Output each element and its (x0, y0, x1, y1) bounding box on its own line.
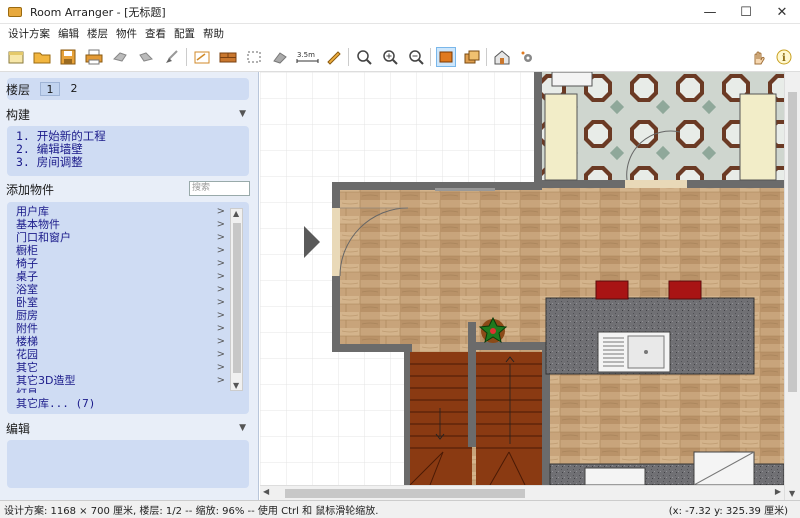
floor-plan-drawing[interactable] (260, 72, 784, 485)
build-header[interactable]: 构建 ▼ (6, 104, 250, 124)
hand-icon[interactable] (748, 47, 768, 67)
edit-header[interactable]: 编辑 ▼ (6, 418, 250, 438)
floor-tab-1[interactable]: 1 (40, 82, 61, 96)
menu-view[interactable]: 查看 (141, 26, 170, 41)
svg-text:i: i (782, 53, 786, 64)
open-folder-icon[interactable] (32, 47, 52, 67)
sidebar: 楼层 1 2 构建 ▼ 1. 开始新的工程 2. 编辑墙壁 3. 房间调整 添加… (0, 72, 259, 500)
list-item[interactable]: 橱柜 > (7, 244, 249, 257)
list-item[interactable]: 浴室 > (7, 283, 249, 296)
zoom-out-icon[interactable] (406, 47, 426, 67)
dimension-icon[interactable] (192, 47, 212, 67)
view-2d-icon[interactable] (436, 47, 456, 67)
scroll-right-icon[interactable]: ▶ (775, 487, 781, 496)
save-icon[interactable] (58, 47, 78, 67)
minimize-button[interactable]: — (692, 0, 728, 24)
library-scrollbar[interactable]: ▲ ▼ (230, 208, 243, 391)
build-label: 构建 (6, 107, 31, 122)
collapse-triangle-icon[interactable]: ▼ (239, 109, 246, 119)
add-objects-label: 添加物件 (6, 182, 55, 197)
toolbar-separator (348, 48, 349, 66)
edit-label: 编辑 (6, 421, 31, 436)
list-item[interactable]: 其它3D造型 > (7, 374, 249, 387)
menu-floors[interactable]: 楼层 (83, 26, 112, 41)
floor-tab-2[interactable]: 2 (64, 82, 84, 96)
menu-edit[interactable]: 编辑 (54, 26, 83, 41)
floors-header: 楼层 1 2 (6, 79, 250, 99)
list-item[interactable]: 附件 > (7, 322, 249, 335)
menu-objects[interactable]: 物件 (112, 26, 141, 41)
toolbar: 3.5m i (0, 42, 800, 72)
menu-design[interactable]: 设计方案 (4, 26, 54, 41)
status-text: 设计方案: 1168 × 700 厘米, 楼层: 1/2 -- 缩放: 96% … (4, 506, 379, 517)
menu-config[interactable]: 配置 (170, 26, 199, 41)
scroll-down-icon[interactable]: ▼ (789, 489, 795, 498)
settings-icon[interactable] (518, 47, 538, 67)
collapse-triangle-icon[interactable]: ▼ (239, 423, 246, 433)
floor-plan-canvas[interactable] (260, 72, 784, 485)
view-3d-icon[interactable] (492, 47, 512, 67)
undo-icon[interactable] (110, 47, 130, 67)
toolbar-separator (186, 48, 187, 66)
title-bar: Room Arranger - [无标题] — ☐ ✕ (0, 0, 800, 24)
scroll-up-icon[interactable]: ▲ (233, 209, 239, 218)
list-item[interactable]: 桌子 > (7, 270, 249, 283)
brush-icon[interactable] (162, 47, 182, 67)
app-icon (8, 6, 22, 17)
measure-icon[interactable]: 3.5m (296, 47, 320, 67)
menu-help[interactable]: 帮助 (199, 26, 228, 41)
toolbar-separator (430, 48, 431, 66)
list-item[interactable]: 灯具 (7, 387, 249, 393)
window-title: Room Arranger - [无标题] (30, 5, 166, 19)
view-floors-icon[interactable] (462, 47, 482, 67)
status-bar: 设计方案: 1168 × 700 厘米, 楼层: 1/2 -- 缩放: 96% … (0, 500, 800, 518)
scroll-thumb[interactable] (233, 223, 241, 373)
list-item[interactable]: 其它 > (7, 361, 249, 374)
copy-icon[interactable] (270, 47, 290, 67)
close-button[interactable]: ✕ (764, 0, 800, 24)
vertical-scrollbar[interactable]: ▼ (784, 72, 800, 500)
coordinates-readout: (x: -7.32 y: 325.39 厘米) (668, 506, 788, 517)
toolbar-separator (486, 48, 487, 66)
maximize-button[interactable]: ☐ (728, 0, 764, 24)
list-item[interactable]: 厨房 > (7, 309, 249, 322)
svg-text:3.5m: 3.5m (297, 51, 315, 59)
redo-icon[interactable] (136, 47, 156, 67)
step-room-adjust[interactable]: 3. 房间调整 (7, 156, 249, 169)
list-item[interactable]: 卧室 > (7, 296, 249, 309)
menu-bar: 设计方案 编辑 楼层 物件 查看 配置 帮助 (0, 24, 800, 42)
build-steps: 1. 开始新的工程 2. 编辑墙壁 3. 房间调整 (7, 126, 249, 176)
wall-icon[interactable] (218, 47, 238, 67)
list-item[interactable]: 基本物件 > (7, 218, 249, 231)
library-list: 用户库 > 基本物件 > 门口和窗户 > 橱柜 > 椅子 > 桌子 > 浴室 > 卧室 > 厨房… (7, 202, 249, 414)
select-area-icon[interactable] (244, 47, 264, 67)
info-icon[interactable]: i (774, 47, 794, 67)
scroll-left-icon[interactable]: ◀ (263, 487, 269, 496)
scroll-thumb[interactable] (285, 489, 525, 498)
search-input[interactable]: 搜索 (189, 181, 250, 196)
pencil-icon[interactable] (324, 47, 344, 67)
list-item[interactable]: 用户库 > (7, 205, 249, 218)
zoom-in-icon[interactable] (380, 47, 400, 67)
horizontal-scrollbar[interactable]: ◀ ▶ (260, 485, 784, 500)
edit-card (7, 440, 249, 488)
print-icon[interactable] (84, 47, 104, 67)
scroll-thumb[interactable] (788, 92, 797, 392)
list-item[interactable]: 花园 > (7, 348, 249, 361)
list-item[interactable]: 门口和窗户 > (7, 231, 249, 244)
zoom-fit-icon[interactable] (354, 47, 374, 67)
other-libraries-link[interactable]: 其它库... (7) (7, 397, 249, 410)
scroll-down-icon[interactable]: ▼ (233, 381, 239, 390)
list-item[interactable]: 楼梯 > (7, 335, 249, 348)
new-file-icon[interactable] (6, 47, 26, 67)
list-item[interactable]: 椅子 > (7, 257, 249, 270)
floors-label: 楼层 (6, 82, 31, 97)
